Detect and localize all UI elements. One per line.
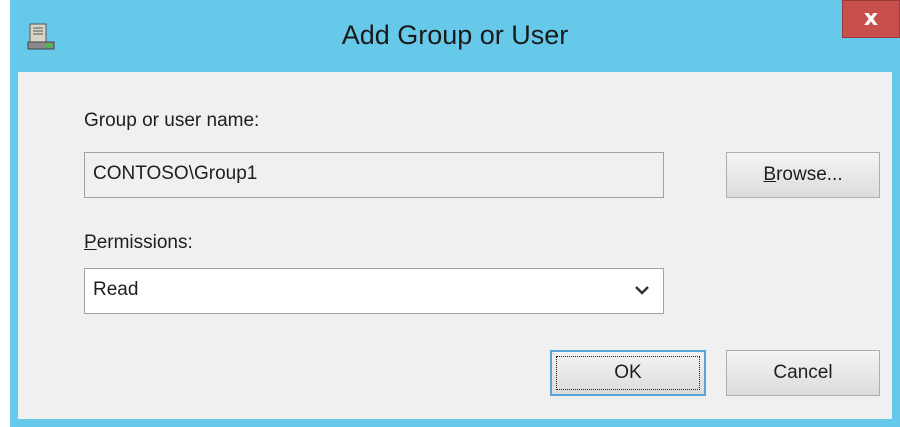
permissions-select[interactable]: Read (84, 268, 664, 314)
dialog-window: Add Group or User x Group or user name: … (10, 0, 900, 427)
browse-label: rowse... (776, 164, 843, 185)
permissions-selected-value: Read (93, 279, 139, 300)
permissions-label-text: ermissions: (96, 232, 193, 253)
dialog-title: Add Group or User (341, 20, 569, 50)
group-name-field[interactable]: CONTOSO\Group1 (84, 152, 664, 198)
dialog-body: Group or user name: CONTOSO\Group1 Brows… (18, 72, 892, 419)
cancel-label: Cancel (773, 362, 833, 383)
ok-label: OK (614, 362, 642, 383)
close-icon: x (863, 6, 879, 31)
title-bar[interactable]: Add Group or User x (10, 0, 900, 72)
ok-button[interactable]: OK (550, 350, 706, 396)
browse-button[interactable]: Browse... (726, 152, 880, 198)
chevron-down-icon[interactable] (633, 279, 651, 301)
cancel-button[interactable]: Cancel (726, 350, 880, 396)
close-button[interactable]: x (842, 0, 900, 38)
permissions-accel: P (84, 232, 97, 253)
permissions-label: Permissions: (84, 232, 193, 254)
group-name-label: Group or user name: (84, 110, 260, 131)
browse-accel: B (763, 164, 777, 185)
